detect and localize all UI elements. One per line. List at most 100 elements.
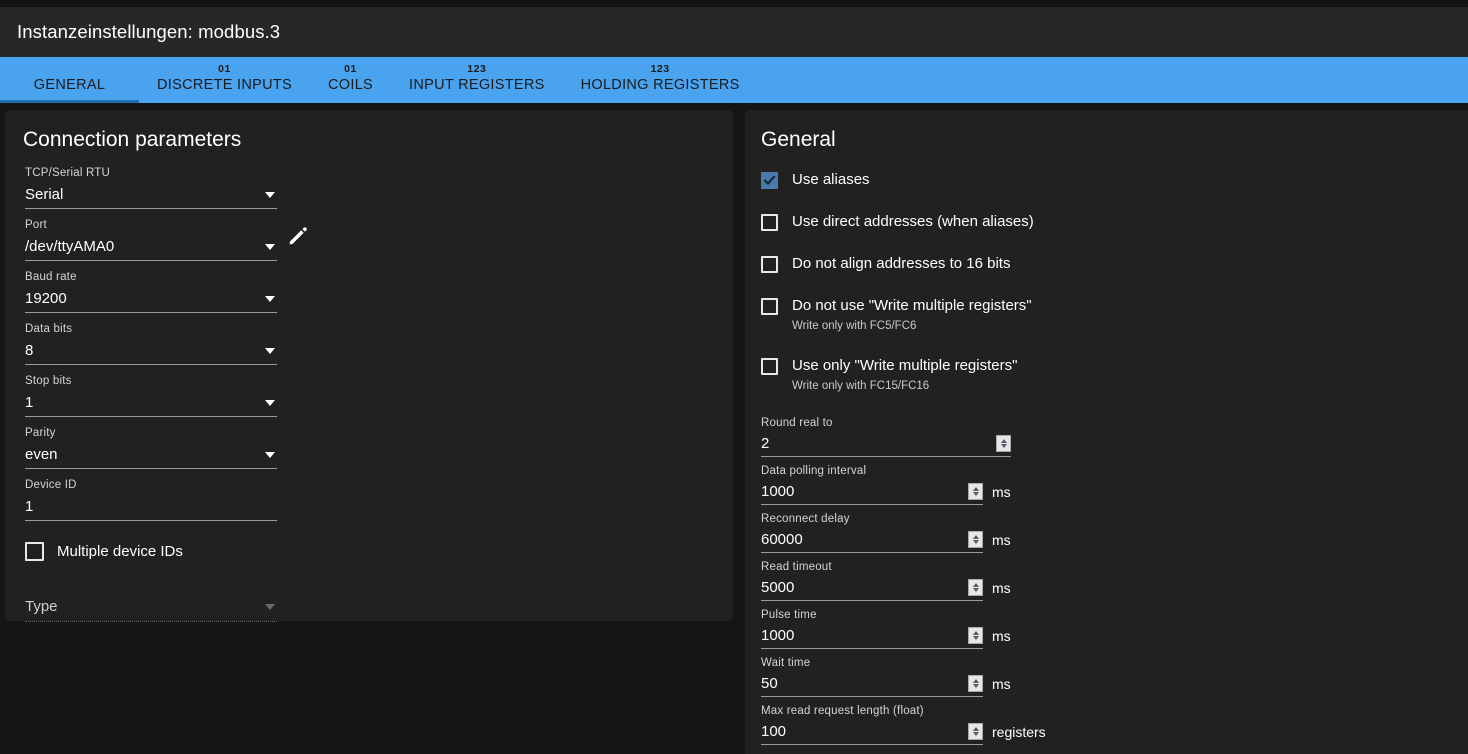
chevron-down-icon [265,452,275,458]
field-label: Parity [25,427,56,439]
number-stepper[interactable] [996,435,1011,452]
stepper-down-icon[interactable] [972,588,979,592]
multiple-device-ids-checkbox[interactable] [25,542,44,561]
dropdown-control[interactable]: 8 [25,338,277,365]
chevron-down-icon [265,192,275,198]
number-input[interactable]: 2 [761,431,1011,457]
number-stepper[interactable] [968,531,983,548]
number-stepper[interactable] [968,627,983,644]
stepper-up-icon[interactable] [972,583,979,587]
tab-label: DISCRETE INPUTS [157,77,293,93]
stepper-down-icon[interactable] [972,732,979,736]
text-input-control[interactable]: 1 [25,494,277,521]
tab-label: GENERAL [33,77,106,93]
stepper-down-icon[interactable] [972,684,979,688]
number-field-label: Wait time [761,657,811,669]
chevron-down-icon [265,603,275,610]
field-value: even [25,446,58,463]
chevron-down-icon [265,296,275,302]
field-data-bits[interactable]: Data bits 8 [25,322,277,365]
checkbox[interactable] [761,214,778,231]
field-device-id[interactable]: Device ID 1 [25,478,277,521]
number-input-value: 2 [761,434,770,452]
checkbox[interactable] [761,172,778,189]
checkbox-label: Use aliases [792,171,870,188]
number-input[interactable]: 100 [761,719,983,745]
number-stepper[interactable] [968,483,983,500]
field-parity[interactable]: Parity even [25,426,277,469]
number-field-label: Read timeout [761,561,832,573]
number-field-round-real-to: Round real to 2 [761,416,1035,457]
stepper-down-icon[interactable] [1000,444,1007,448]
tab-general[interactable]: GENERAL [0,57,139,103]
multiple-device-ids-row[interactable]: Multiple device IDs [5,541,733,562]
number-input-value: 1000 [761,482,795,500]
field-label: Stop bits [25,375,72,387]
number-input[interactable]: 1000 [761,623,983,649]
checkbox[interactable] [761,256,778,273]
dropdown-control[interactable]: /dev/ttyAMA0 [25,234,277,261]
type-field[interactable]: Type [25,592,277,622]
checkbox-row[interactable]: Use aliases [761,170,1035,190]
checkbox-row[interactable]: Do not use "Write multiple registers" Wri… [761,296,1035,334]
field-stop-bits[interactable]: Stop bits 1 [25,374,277,417]
dropdown-control[interactable]: Serial [25,182,277,209]
tab-label: INPUT REGISTERS [409,77,545,93]
checkbox[interactable] [761,298,778,315]
stepper-down-icon[interactable] [972,636,979,640]
checkbox-row[interactable]: Use direct addresses (when aliases) [761,212,1035,232]
stepper-up-icon[interactable] [972,679,979,683]
tab-badge: 123 [650,63,670,75]
number-input[interactable]: 50 [761,671,983,697]
stepper-down-icon[interactable] [972,540,979,544]
number-input[interactable]: 5000 [761,575,983,601]
stepper-up-icon[interactable] [972,487,979,491]
tab-holding-registers[interactable]: 123 HOLDING REGISTERS [563,57,758,103]
number-stepper[interactable] [968,579,983,596]
edit-port-icon[interactable] [286,224,310,248]
number-input[interactable]: 1000 [761,479,983,505]
field-label: TCP/Serial RTU [25,167,111,179]
checkbox[interactable] [761,358,778,375]
number-input[interactable]: 60000 [761,527,983,553]
number-field-pulse-time: Pulse time 1000 ms [761,608,1035,649]
number-field-wait-time: Wait time 50 ms [761,656,1035,697]
number-stepper[interactable] [968,675,983,692]
connection-parameters-panel: Connection parameters TCP/Serial RTU Seri… [5,110,733,622]
checkbox-row[interactable]: Do not align addresses to 16 bits [761,254,1035,274]
field-tcp-serial-rtu[interactable]: TCP/Serial RTU Serial [25,166,277,209]
number-stepper[interactable] [968,723,983,740]
number-field-label: Reconnect delay [761,513,850,525]
type-select[interactable]: Type [25,592,277,622]
window-top-strip [0,0,1468,7]
tab-coils[interactable]: 01 COILS [310,57,391,103]
stepper-down-icon[interactable] [972,492,979,496]
checkbox-label: Use only "Write multiple registers" [792,357,1018,374]
workspace: Connection parameters TCP/Serial RTU Seri… [0,103,1468,754]
number-field-row: 2 [761,431,1035,457]
dropdown-control[interactable]: even [25,442,277,469]
stepper-up-icon[interactable] [972,727,979,731]
tab-bar: GENERAL 01 DISCRETE INPUTS 01 COILS 123 INPUT … [0,57,1468,103]
number-unit-label: ms [992,628,1011,644]
tab-discrete-inputs[interactable]: 01 DISCRETE INPUTS [139,57,310,103]
tab-input-registers[interactable]: 123 INPUT REGISTERS [391,57,563,103]
dropdown-control[interactable]: 1 [25,390,277,417]
stepper-up-icon[interactable] [972,631,979,635]
general-title: General [761,128,836,151]
number-input-value: 5000 [761,578,795,596]
stepper-up-icon[interactable] [1000,439,1007,443]
connection-parameters-title: Connection parameters [23,128,242,151]
dropdown-control[interactable]: 19200 [25,286,277,313]
tab-badge: 01 [218,63,231,75]
checkbox-row[interactable]: Use only "Write multiple registers" Write… [761,356,1035,394]
field-port[interactable]: Port/dev/ttyAMA0 [25,218,277,261]
number-field-row: 60000 ms [761,527,1035,553]
tab-label: HOLDING REGISTERS [580,77,740,93]
general-panel: General Use aliases Use direct addresses … [745,110,1468,754]
field-value: 19200 [25,290,67,307]
field-value: /dev/ttyAMA0 [25,238,115,255]
number-field-reconnect-delay: Reconnect delay 60000 ms [761,512,1035,553]
field-baud-rate[interactable]: Baud rate 19200 [25,270,277,313]
stepper-up-icon[interactable] [972,535,979,539]
